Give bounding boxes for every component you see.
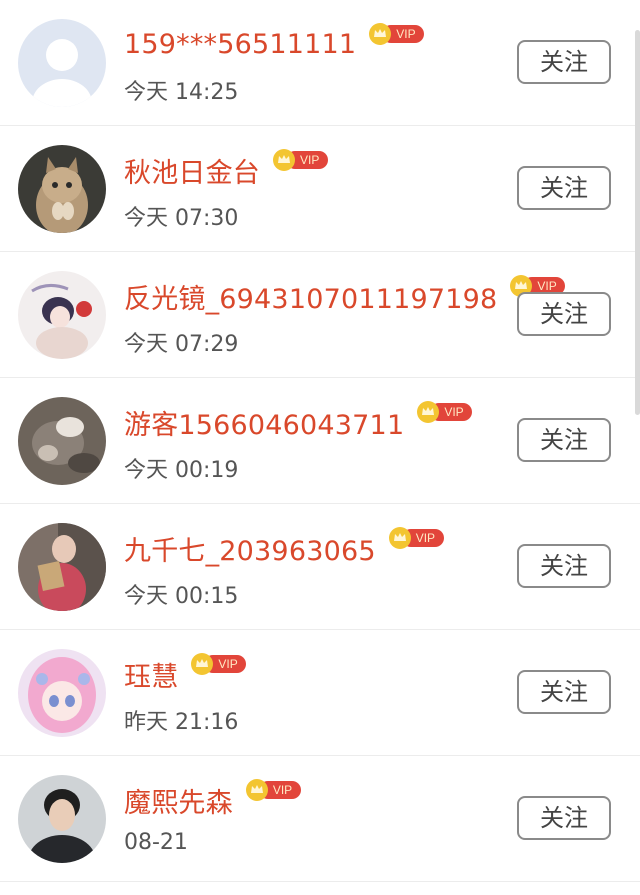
crown-icon [417,401,440,423]
name-line: 九千七_203963065 VIP [124,526,446,570]
name-line: 秋池日金台 VIP [124,148,330,192]
name-line: 反光镜_6943107011197198 VIP [124,274,567,318]
name-line: 游客1566046043711 VIP [124,400,474,444]
default-avatar-icon [18,19,106,107]
timestamp: 今天 00:19 [124,458,239,483]
user-name[interactable]: 珏慧 [124,655,178,694]
vip-label: VIP [396,27,416,41]
vip-label: VIP [272,783,293,797]
vip-badge: VIP [388,526,446,550]
list-item[interactable]: 珏慧 VIP 昨天 21:16 关注 [0,630,640,756]
follow-button[interactable]: 关注 [517,166,611,210]
timestamp: 08-21 [124,830,188,855]
timestamp: 今天 07:29 [124,332,239,357]
avatar[interactable] [18,775,106,863]
vip-label: VIP [300,153,320,167]
follow-button[interactable]: 关注 [517,40,611,84]
vip-label: VIP [444,405,464,419]
follow-button[interactable]: 关注 [517,670,611,714]
girl-photo-avatar-icon [18,523,106,611]
avatar[interactable] [18,649,106,737]
name-line: 魔熙先森 VIP [124,778,303,822]
follow-button[interactable]: 关注 [517,292,611,336]
kitten-avatar-icon [18,145,106,233]
avatar[interactable] [18,271,106,359]
vip-label: VIP [218,657,238,671]
follower-list: 159***56511111 VIP 今天 14:25 关注 秋池日金台 VIP… [0,0,640,895]
crown-icon [245,779,268,801]
name-line: 159***56511111 VIP [124,22,426,66]
cat-photo-avatar-icon [18,397,106,485]
vip-badge: VIP [416,400,474,424]
list-item[interactable]: 反光镜_6943107011197198 VIP 今天 07:29 关注 [0,252,640,378]
avatar[interactable] [18,145,106,233]
user-name[interactable]: 魔熙先森 [124,781,233,820]
user-name[interactable]: 九千七_203963065 [124,529,376,568]
follow-button[interactable]: 关注 [517,418,611,462]
user-name[interactable]: 159***56511111 [124,29,356,60]
anime-girl-avatar-icon [18,271,106,359]
crown-icon [191,653,214,675]
list-item[interactable]: 159***56511111 VIP 今天 14:25 关注 [0,0,640,126]
list-item[interactable]: 魔熙先森 VIP 08-21 关注 [0,756,640,882]
vip-badge: VIP [190,652,248,676]
list-item[interactable]: 秋池日金台 VIP 今天 07:30 关注 [0,126,640,252]
crown-icon [273,149,295,171]
timestamp: 昨天 21:16 [124,710,239,735]
vip-badge: VIP [245,778,303,802]
timestamp: 今天 07:30 [124,206,239,231]
list-item[interactable]: 九千七_203963065 VIP 今天 00:15 关注 [0,504,640,630]
vip-label: VIP [415,531,436,545]
man-photo-avatar-icon [18,775,106,863]
user-name[interactable]: 秋池日金台 [124,151,260,190]
avatar[interactable] [18,397,106,485]
crown-icon [388,527,411,549]
name-line: 珏慧 VIP [124,652,248,696]
timestamp: 今天 14:25 [124,80,239,105]
list-item[interactable]: 游客1566046043711 VIP 今天 00:19 关注 [0,378,640,504]
user-name[interactable]: 反光镜_6943107011197198 [124,277,497,316]
avatar[interactable] [18,523,106,611]
follow-button[interactable]: 关注 [517,796,611,840]
pink-anime-avatar-icon [18,649,106,737]
follow-button[interactable]: 关注 [517,544,611,588]
avatar[interactable] [18,19,106,107]
timestamp: 今天 00:15 [124,584,239,609]
vip-badge: VIP [368,22,426,46]
crown-icon [369,23,392,45]
vip-badge: VIP [272,148,330,172]
user-name[interactable]: 游客1566046043711 [124,403,404,442]
scrollbar[interactable] [635,30,640,415]
